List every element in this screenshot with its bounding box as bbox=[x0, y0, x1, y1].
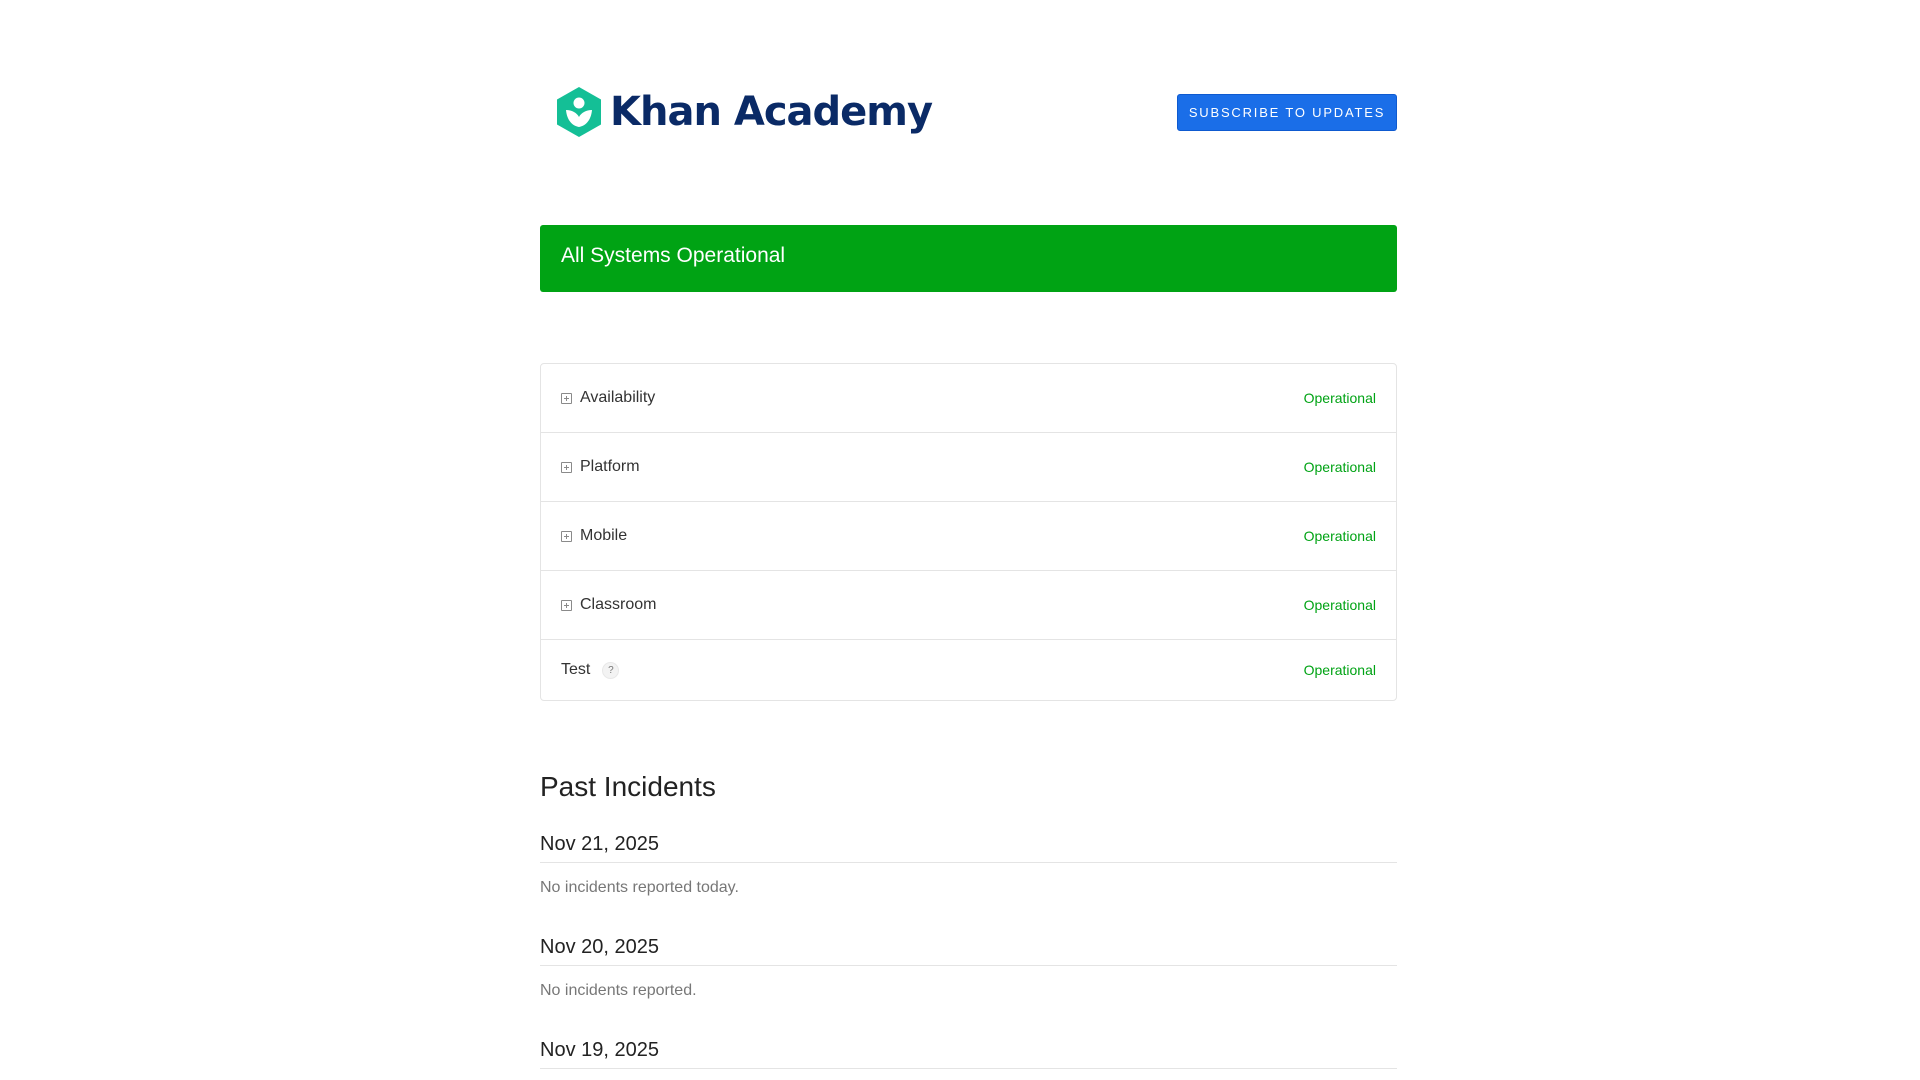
component-left: Availability bbox=[561, 389, 655, 407]
page-container: Khan Academy SUBSCRIBE TO UPDATES All Sy… bbox=[540, 0, 1397, 1069]
day-date: Nov 19, 2025 bbox=[540, 1039, 1397, 1069]
status-banner-text: All Systems Operational bbox=[561, 244, 786, 267]
expand-plus-icon[interactable] bbox=[561, 392, 572, 404]
logo-text: Khan Academy bbox=[610, 89, 933, 135]
component-name: Mobile bbox=[580, 527, 628, 544]
khan-academy-logo-icon bbox=[557, 87, 601, 137]
past-incidents-title: Past Incidents bbox=[540, 771, 716, 802]
component-left: Platform bbox=[561, 458, 640, 476]
component-status: Operational bbox=[1303, 662, 1376, 678]
incident-day: Nov 19, 2025 bbox=[540, 1039, 1397, 1069]
status-banner: All Systems Operational bbox=[540, 225, 1397, 292]
component-mobile[interactable]: Mobile Operational bbox=[541, 502, 1396, 571]
day-text: No incidents reported. bbox=[540, 982, 697, 999]
expand-plus-icon[interactable] bbox=[561, 599, 572, 611]
component-name: Availability bbox=[580, 389, 656, 406]
component-classroom[interactable]: Classroom Operational bbox=[541, 571, 1396, 640]
component-status: Operational bbox=[1303, 459, 1376, 475]
component-platform[interactable]: Platform Operational bbox=[541, 433, 1396, 502]
component-name: Classroom bbox=[580, 596, 657, 613]
component-status: Operational bbox=[1303, 390, 1376, 406]
expand-plus-icon[interactable] bbox=[561, 530, 572, 542]
day-date: Nov 21, 2025 bbox=[540, 833, 1397, 863]
component-left: Classroom bbox=[561, 596, 656, 614]
logo[interactable]: Khan Academy bbox=[556, 86, 933, 138]
day-text: No incidents reported today. bbox=[540, 879, 739, 896]
day-date: Nov 20, 2025 bbox=[540, 936, 1397, 966]
component-name: Test bbox=[561, 661, 591, 678]
expand-plus-icon[interactable] bbox=[561, 461, 572, 473]
component-left: Mobile bbox=[561, 527, 627, 545]
component-availability[interactable]: Availability Operational bbox=[541, 364, 1396, 433]
subscribe-button[interactable]: SUBSCRIBE TO UPDATES bbox=[1177, 94, 1397, 131]
component-test: Test ? Operational bbox=[541, 640, 1396, 700]
components-list: Availability Operational Platform Operat… bbox=[540, 363, 1397, 701]
component-left: Test ? bbox=[561, 661, 620, 679]
header: Khan Academy SUBSCRIBE TO UPDATES bbox=[540, 0, 1397, 200]
component-name: Platform bbox=[580, 458, 640, 475]
help-question-icon[interactable]: ? bbox=[602, 661, 620, 679]
incident-day: Nov 21, 2025 No incidents reported today… bbox=[540, 833, 1397, 897]
component-status: Operational bbox=[1303, 597, 1376, 613]
incident-day: Nov 20, 2025 No incidents reported. bbox=[540, 936, 1397, 1000]
component-status: Operational bbox=[1303, 528, 1376, 544]
